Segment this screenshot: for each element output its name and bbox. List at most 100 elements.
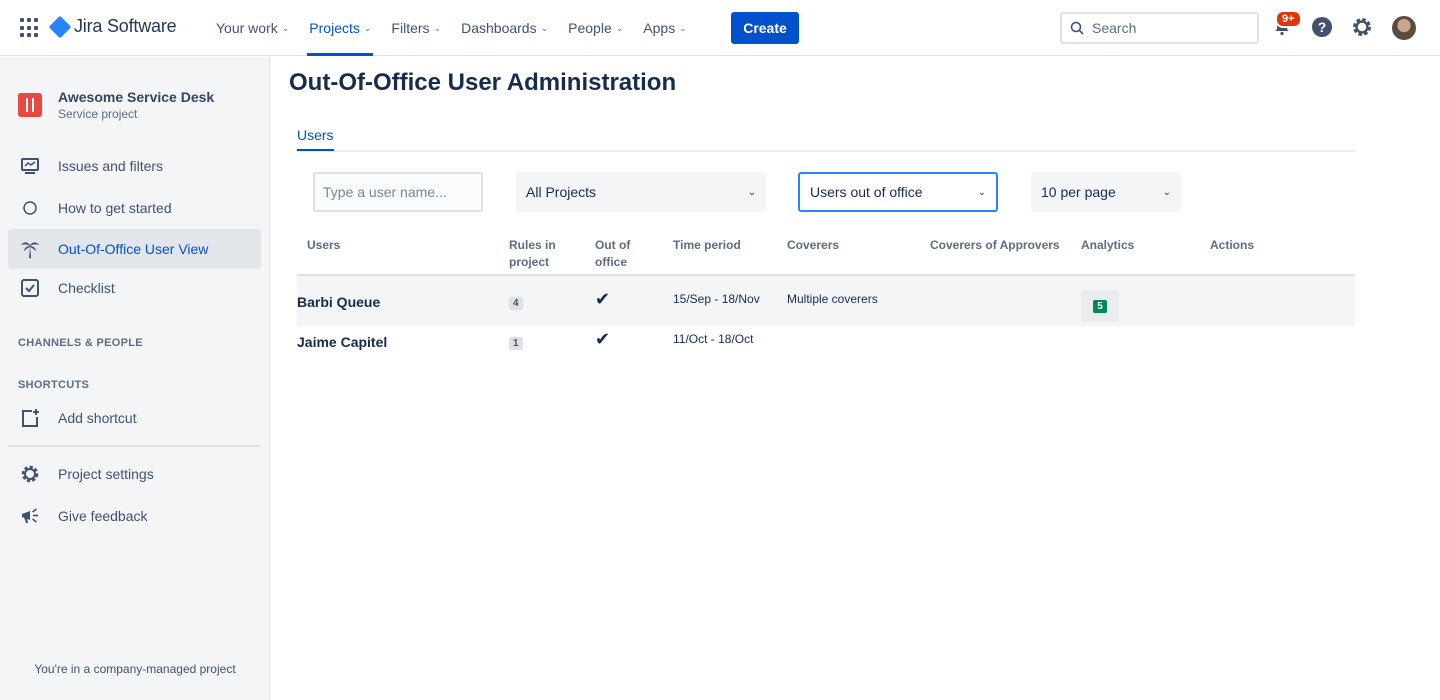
sidebar-item-label: Add shortcut (58, 410, 137, 426)
column-header-time-period[interactable]: Time period (673, 237, 741, 254)
page-title: Out-Of-Office User Administration (289, 69, 677, 96)
gear-icon (1353, 18, 1371, 36)
header-line: office (595, 255, 628, 269)
table-row[interactable]: Barbi Queue 4 ✔ 15/Sep - 18/Nov Multiple… (297, 276, 1355, 326)
settings-button[interactable] (1350, 15, 1374, 39)
app-switcher-icon[interactable] (20, 18, 40, 38)
jira-logo[interactable]: Jira Software (48, 15, 177, 38)
chevron-down-icon: ⌄ (679, 22, 687, 33)
column-header-coverers-of-approvers[interactable]: Coverers of Approvers (930, 237, 1060, 254)
header-line: project (509, 255, 550, 269)
nav-label: Filters (391, 20, 430, 36)
sidebar-item-issues-and-filters[interactable]: Issues and filters (8, 146, 261, 186)
chevron-down-icon: ⌄ (433, 22, 442, 33)
user-avatar[interactable] (1392, 16, 1416, 40)
megaphone-icon (18, 504, 42, 528)
nav-label: Projects (309, 20, 360, 36)
add-shortcut-icon (18, 406, 42, 430)
select-value: 10 per page (1041, 184, 1116, 200)
user-name-filter-input[interactable] (313, 172, 483, 212)
sidebar-item-project-settings[interactable]: Project settings (8, 454, 261, 494)
section-shortcuts: SHORTCUTS (18, 379, 90, 391)
section-channels-and-people: CHANNELS & PEOPLE (18, 337, 143, 349)
column-header-users[interactable]: Users (307, 237, 340, 254)
select-value: All Projects (526, 184, 597, 200)
analytics-count-badge: 5 (1093, 299, 1107, 313)
sidebar-item-give-feedback[interactable]: Give feedback (8, 496, 261, 536)
help-icon: ? (1312, 17, 1332, 37)
logo-text: Jira Software (74, 16, 177, 36)
coverers: Multiple coverers (787, 292, 878, 306)
column-header-actions: Actions (1210, 238, 1255, 252)
chevron-down-icon: ⌄ (540, 22, 549, 33)
analytics-button[interactable]: 5 (1081, 290, 1119, 322)
primary-nav: Your work ⌄ Projects ⌄ Filters ⌄ Dashboards… (206, 0, 697, 56)
chevron-down-icon: ⌄ (615, 22, 624, 33)
project-filter-select[interactable]: All Projects ⌄ (516, 172, 766, 212)
column-header-analytics[interactable]: Analytics (1081, 237, 1134, 254)
select-value: Users out of office (810, 184, 923, 200)
company-managed-note: You're in a company-managed project (34, 662, 236, 676)
search-input[interactable] (1092, 20, 1242, 36)
table-row[interactable]: Jaime Capitel 1 ✔ 11/Oct - 18/Oct (297, 326, 1355, 356)
top-navigation-bar: Jira Software Your work ⌄ Projects ⌄ Filte… (0, 0, 1440, 56)
chevron-down-icon: ⌄ (1162, 186, 1171, 198)
out-of-office-check-icon: ✔ (595, 289, 611, 309)
sidebar-divider (8, 445, 261, 447)
chevron-down-icon: ⌄ (977, 186, 986, 198)
nav-label: Your work (216, 20, 278, 36)
project-avatar-icon (18, 93, 42, 117)
chevron-down-icon: ⌄ (747, 186, 756, 198)
search-icon (1070, 21, 1084, 35)
table-header: Users Rules in project Out of office Time … (297, 233, 1355, 276)
gear-icon (18, 462, 42, 486)
help-button[interactable]: ? (1310, 15, 1334, 39)
time-period: 11/Oct - 18/Oct (673, 332, 754, 346)
project-name: Awesome Service Desk (58, 89, 215, 105)
monitor-icon (18, 154, 42, 178)
nav-label: Dashboards (461, 20, 537, 36)
nav-people[interactable]: People ⌄ (558, 0, 633, 56)
rules-count-badge: 1 (509, 337, 523, 350)
users-table: Users Rules in project Out of office Time … (297, 233, 1355, 356)
out-of-office-check-icon: ✔ (595, 329, 611, 349)
project-sidebar: Awesome Service Desk Service project Iss… (0, 57, 270, 700)
user-name[interactable]: Barbi Queue (297, 294, 380, 310)
add-shortcut-button[interactable]: Add shortcut (8, 398, 261, 438)
status-filter-select[interactable]: Users out of office ⌄ (798, 172, 998, 212)
sidebar-item-checklist[interactable]: Checklist (8, 268, 261, 308)
header-line: Rules in (509, 238, 556, 252)
time-period: 15/Sep - 18/Nov (673, 292, 760, 306)
chevron-down-icon: ⌄ (281, 22, 290, 33)
column-header-coverers[interactable]: Coverers (787, 237, 839, 254)
nav-label: People (568, 20, 612, 36)
sidebar-item-label: Project settings (58, 466, 154, 482)
chevron-down-icon: ⌄ (363, 22, 372, 33)
nav-your-work[interactable]: Your work ⌄ (206, 0, 299, 56)
nav-dashboards[interactable]: Dashboards ⌄ (451, 0, 558, 56)
tab-users[interactable]: Users (297, 127, 334, 151)
jira-diamond-icon (48, 15, 72, 38)
nav-filters[interactable]: Filters ⌄ (381, 0, 451, 56)
svg-text:?: ? (1318, 19, 1327, 35)
project-type: Service project (58, 107, 138, 121)
page-size-select[interactable]: 10 per page ⌄ (1031, 172, 1181, 212)
tab-bar: Users (297, 127, 1355, 152)
project-header[interactable]: Awesome Service Desk Service project (18, 89, 214, 121)
user-name[interactable]: Jaime Capitel (297, 334, 387, 350)
sidebar-item-label: Out-Of-Office User View (58, 241, 209, 257)
nav-apps[interactable]: Apps ⌄ (633, 0, 696, 56)
rules-count-badge: 4 (509, 297, 523, 310)
sidebar-item-how-to-get-started[interactable]: How to get started (8, 188, 261, 228)
sidebar-item-label: Issues and filters (58, 158, 164, 174)
create-button[interactable]: Create (731, 12, 799, 44)
sidebar-item-label: How to get started (58, 200, 172, 216)
nav-projects[interactable]: Projects ⌄ (299, 0, 381, 56)
column-header-rules-in-project[interactable]: Rules in project (509, 237, 556, 271)
sidebar-item-out-of-office-user-view[interactable]: Out-Of-Office User View (8, 229, 261, 269)
sidebar-item-label: Checklist (58, 280, 115, 296)
nav-label: Apps (643, 20, 676, 36)
column-header-out-of-office[interactable]: Out of office (595, 237, 630, 271)
search-box[interactable] (1060, 12, 1259, 44)
header-line: Out of (595, 238, 631, 252)
